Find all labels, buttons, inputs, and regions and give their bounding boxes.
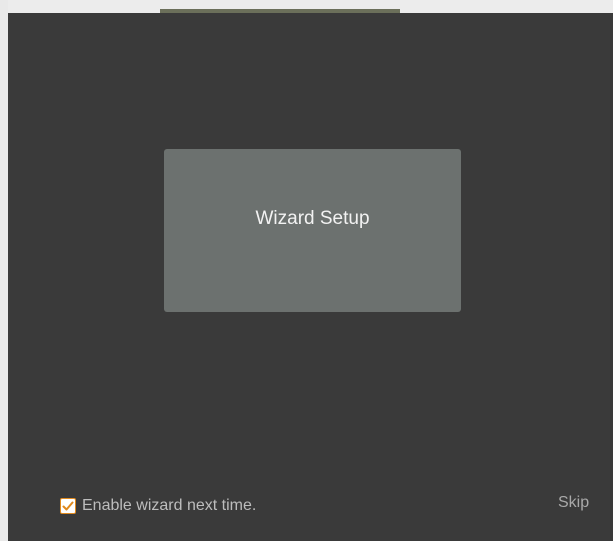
wizard-screen: Wizard Setup Enable wizard next time. Sk…	[0, 0, 613, 541]
wizard-setup-label: Wizard Setup	[255, 207, 370, 229]
left-bezel	[0, 0, 8, 541]
enable-wizard-label: Enable wizard next time.	[82, 497, 257, 514]
wizard-setup-button[interactable]: Wizard Setup	[164, 149, 461, 312]
checkmark-icon	[62, 501, 74, 510]
skip-button[interactable]: Skip	[558, 494, 589, 512]
enable-wizard-checkbox-row[interactable]: Enable wizard next time.	[60, 497, 256, 515]
enable-wizard-checkbox[interactable]	[60, 498, 76, 514]
